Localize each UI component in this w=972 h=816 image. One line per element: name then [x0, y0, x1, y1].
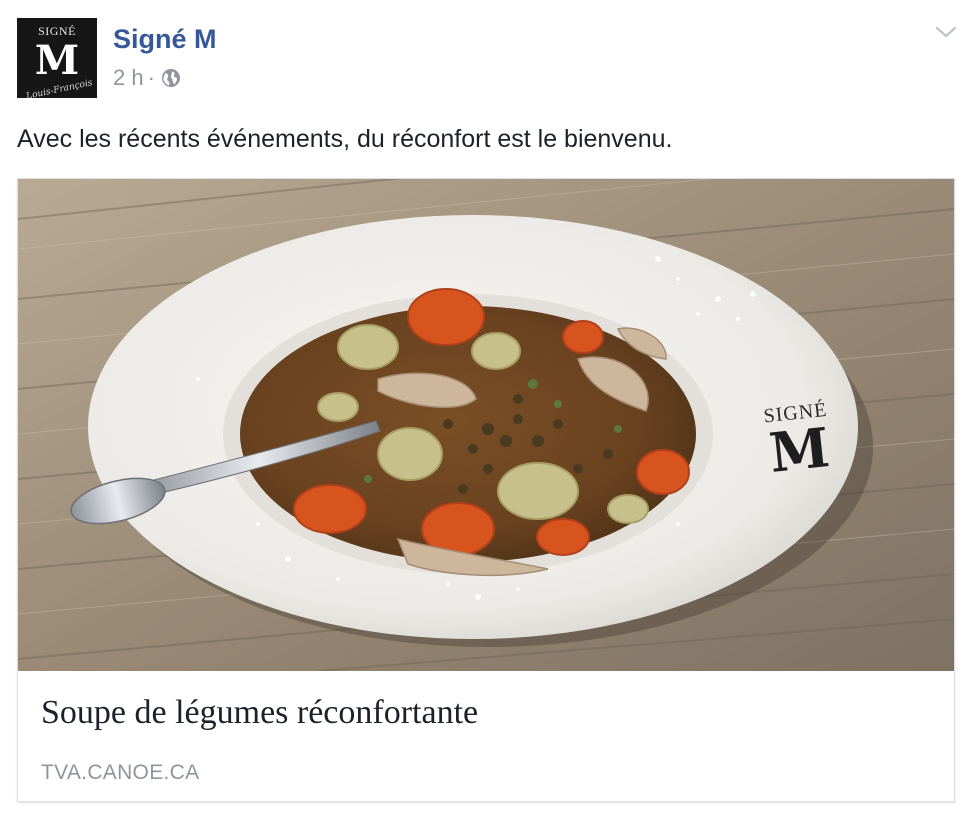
link-title[interactable]: Soupe de légumes réconfortante — [41, 691, 478, 735]
avatar-logo-letter: M — [35, 37, 79, 84]
feed-post: SIGNÉ M Louis-François Signé M 2 h · Ave… — [0, 0, 972, 816]
globe-icon[interactable] — [161, 68, 181, 88]
meta-separator: · — [147, 65, 155, 90]
plate-logo-letter: M — [766, 415, 832, 485]
post-meta: 2 h · — [113, 64, 181, 92]
post-timestamp[interactable]: 2 h — [113, 65, 144, 91]
avatar-logo-top: SIGNÉ — [38, 24, 76, 38]
page-name-link[interactable]: Signé M — [113, 22, 217, 56]
page-avatar[interactable]: SIGNÉ M Louis-François — [17, 18, 97, 98]
chevron-down-icon[interactable] — [934, 24, 958, 40]
link-preview-image[interactable]: SIGNÉ M — [18, 179, 954, 671]
post-message: Avec les récents événements, du réconfor… — [17, 125, 673, 153]
link-preview-card[interactable]: SIGNÉ M Soupe de légumes réconfortante T… — [17, 178, 955, 802]
signe-m-logo: SIGNÉ M Louis-François — [17, 18, 97, 98]
soup-bowl-image: SIGNÉ M — [18, 179, 954, 671]
link-domain: TVA.CANOE.CA — [41, 761, 200, 784]
